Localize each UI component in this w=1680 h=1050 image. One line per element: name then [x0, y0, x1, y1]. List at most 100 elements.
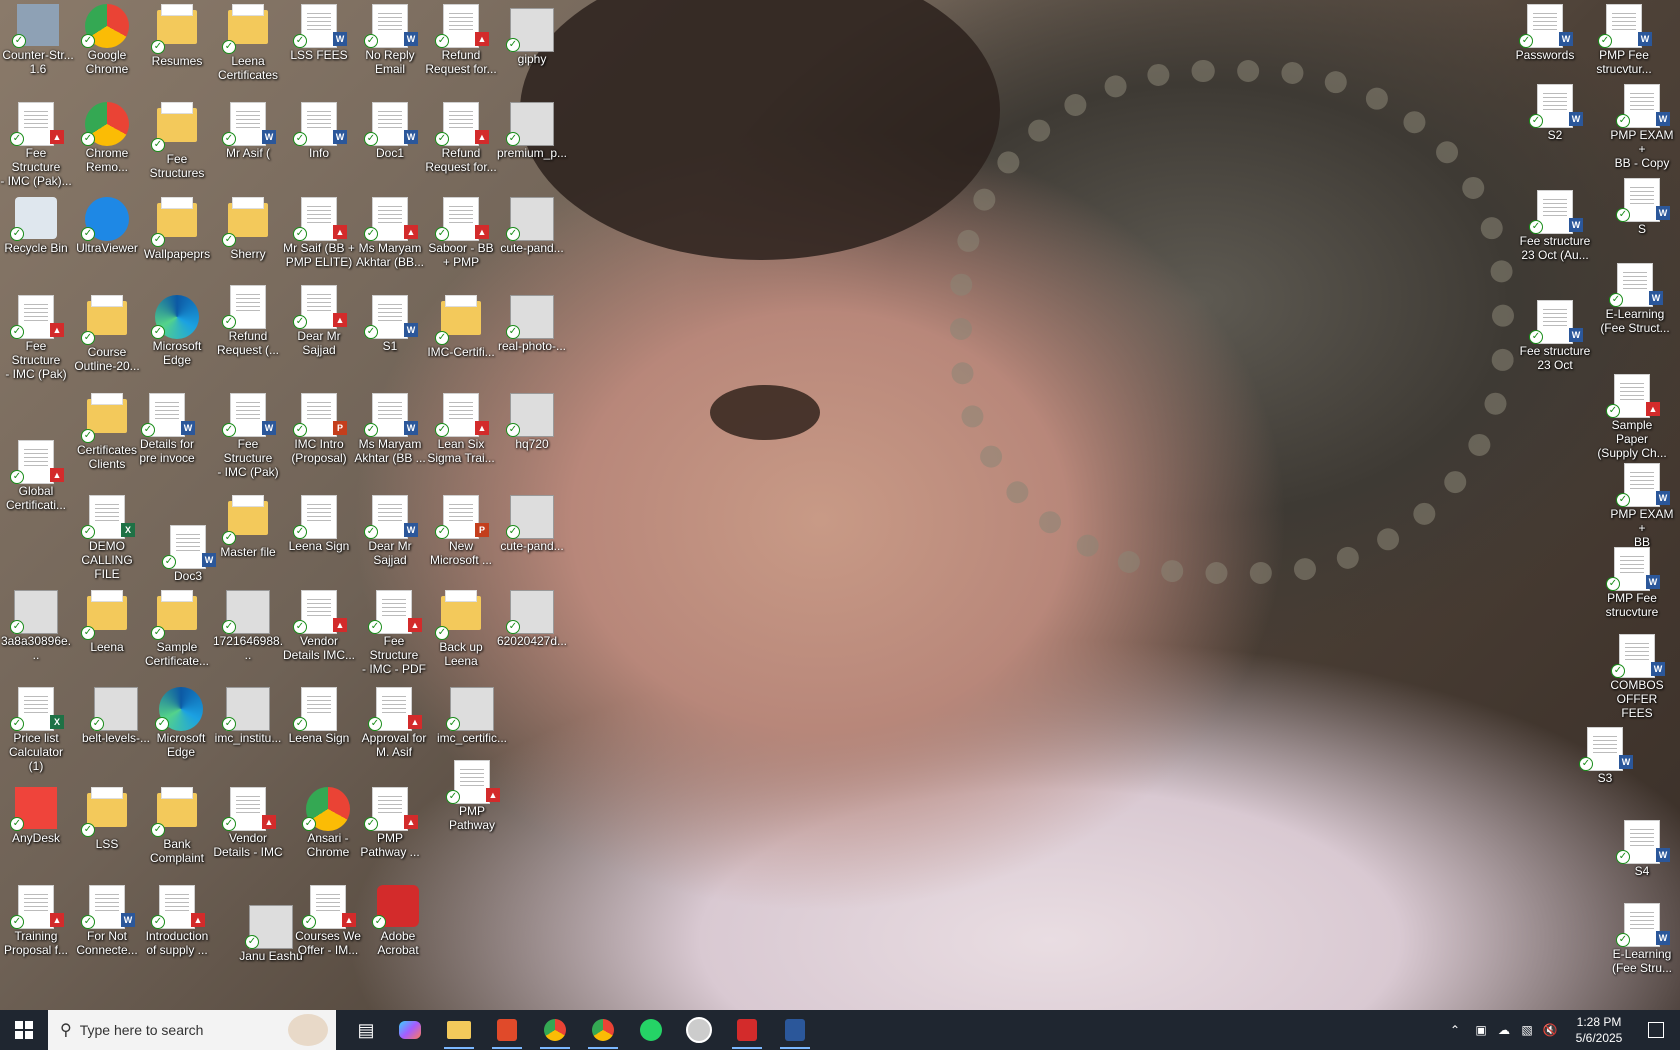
desktop-icon[interactable]: ✓ Fee Structures	[141, 102, 213, 180]
desktop-icon[interactable]: W ✓ S3	[1569, 727, 1641, 785]
desktop-icon[interactable]: ✓ real-photo-...	[496, 295, 568, 353]
desktop-icon[interactable]: ▲ ✓ Fee Structure - IMC (Pak)...	[0, 102, 72, 188]
desktop-icon[interactable]: P ✓ IMC Intro (Proposal)	[283, 393, 355, 465]
desktop-icon[interactable]: ✓ belt-levels-...	[80, 687, 152, 745]
desktop-icon[interactable]: ✓ Leena	[71, 590, 143, 654]
desktop-icon[interactable]: ✓ hq720	[496, 393, 568, 451]
desktop-icon[interactable]: W ✓ Dear Mr Sajjad	[354, 495, 426, 567]
desktop-icon[interactable]: ✓ 3a8a30896e...	[0, 590, 72, 662]
file-explorer-button[interactable]	[436, 1010, 482, 1050]
desktop-icon[interactable]: ✓ Course Outline-20...	[71, 295, 143, 373]
desktop-icon[interactable]: W ✓ E-Learning (Fee Struct...	[1599, 263, 1671, 335]
desktop-icon[interactable]: ▲ ✓ Introduction of supply ...	[141, 885, 213, 957]
desktop-icon[interactable]: ✓ imc_institu...	[212, 687, 284, 745]
desktop-icon[interactable]: ✓ Leena Sign	[283, 495, 355, 553]
desktop-icon[interactable]: W ✓ PMP EXAM + BB	[1606, 463, 1678, 549]
desktop-icon[interactable]: ✓ premium_p...	[496, 102, 568, 160]
desktop-icon[interactable]: ✓ UltraViewer	[71, 197, 143, 255]
desktop-icon[interactable]: ✓ 1721646988...	[212, 590, 284, 662]
word-taskbar-button[interactable]	[772, 1010, 818, 1050]
desktop-icon[interactable]: ▲ ✓ PMP Pathway ...	[354, 787, 426, 859]
desktop-icon[interactable]: ✓ Bank Complaint	[141, 787, 213, 865]
desktop-icon[interactable]: W ✓ Doc1	[354, 102, 426, 160]
desktop-icon[interactable]: ▲ ✓ Refund Request for...	[425, 102, 497, 174]
desktop-icon[interactable]: ▲ ✓ Dear Mr Sajjad	[283, 285, 355, 357]
desktop-icon[interactable]: P ✓ New Microsoft ...	[425, 495, 497, 567]
desktop-icon[interactable]: ✓ Refund Request (...	[212, 285, 284, 357]
desktop-icon[interactable]: W ✓ Fee Structure - IMC (Pak)	[212, 393, 284, 479]
desktop-icon[interactable]: W ✓ PMP Fee strucvtur...	[1588, 4, 1660, 76]
desktop-icon[interactable]: W ✓ LSS FEES	[283, 4, 355, 62]
volume-button[interactable]: 🔇	[1538, 1010, 1562, 1050]
desktop-icon[interactable]: ✓ Leena Certificates	[212, 4, 284, 82]
desktop-icon[interactable]: ✓ cute-pand...	[496, 197, 568, 255]
desktop-icon[interactable]: ✓ Sample Certificate...	[141, 590, 213, 668]
desktop-icon[interactable]: ✓ Sherry	[212, 197, 284, 261]
desktop-icon[interactable]: ✓ Google Chrome	[71, 4, 143, 76]
task-view-button[interactable]: ▤	[344, 1010, 388, 1050]
desktop-icon[interactable]: ✓ Microsoft Edge	[141, 295, 213, 367]
desktop-icon[interactable]: ▲ ✓ Training Proposal f...	[0, 885, 72, 957]
desktop-icon[interactable]: ✓ LSS	[71, 787, 143, 851]
desktop-icon[interactable]: ✓ Counter-Str... 1.6	[2, 4, 74, 76]
desktop-icon[interactable]: ✓ Back up Leena	[425, 590, 497, 668]
desktop-icon[interactable]: W ✓ No Reply Email	[354, 4, 426, 76]
desktop-icon[interactable]: ✓ AnyDesk	[0, 787, 72, 845]
desktop-icon[interactable]: W ✓ Ms Maryam Akhtar (BB ...	[354, 393, 426, 465]
desktop-icon[interactable]: W ✓ Info	[283, 102, 355, 160]
desktop-icon[interactable]: W ✓ PMP EXAM + BB - Copy	[1606, 84, 1678, 170]
desktop-icon[interactable]: ✓ 62020427d...	[496, 590, 568, 648]
desktop-icon[interactable]: ▲ ✓ Sample Paper (Supply Ch...	[1596, 374, 1668, 460]
network-button[interactable]: ▧	[1516, 1010, 1538, 1050]
acrobat-taskbar-button[interactable]	[724, 1010, 770, 1050]
desktop-icon[interactable]: ▲ ✓ Fee Structure - IMC - PDF	[358, 590, 430, 676]
desktop-icon[interactable]: ✓ imc_certific...	[436, 687, 508, 745]
desktop-icon[interactable]: ✓ giphy	[496, 8, 568, 66]
desktop-icon[interactable]: W ✓ S2	[1519, 84, 1591, 142]
desktop-icon[interactable]: W ✓ E-Learning (Fee Stru...	[1606, 903, 1678, 975]
desktop-icon[interactable]: ✓ Adobe Acrobat	[362, 885, 434, 957]
taskbar-search[interactable]: ⚲ Type here to search	[48, 1010, 336, 1050]
desktop-icon[interactable]: W ✓ PMP Fee strucvture	[1596, 547, 1668, 619]
desktop-icon[interactable]: W ✓ For Not Connecte...	[71, 885, 143, 957]
desktop-icon[interactable]: W ✓ Fee structure 23 Oct	[1519, 300, 1591, 372]
desktop-icon[interactable]: W ✓ S4	[1606, 820, 1678, 878]
clock-button[interactable]: 1:28 PM 5/6/2025	[1562, 1010, 1636, 1050]
desktop-icon[interactable]: W ✓ Details for pre invoce	[131, 393, 203, 465]
desktop-icon[interactable]: W ✓ S	[1606, 178, 1678, 236]
taskbar-app-button[interactable]	[484, 1010, 530, 1050]
desktop-icon[interactable]: ✓ IMC-Certifi...	[425, 295, 497, 359]
desktop-icon[interactable]: ▲ ✓ Courses We Offer - IM...	[292, 885, 364, 957]
show-hidden-icons-button[interactable]: ⌃	[1440, 1010, 1470, 1050]
desktop-icon[interactable]: ▲ ✓ Refund Request for...	[425, 4, 497, 76]
desktop-icon[interactable]: W ✓ S1	[354, 295, 426, 353]
desktop-icon[interactable]: ✓ cute-pand...	[496, 495, 568, 553]
desktop-icon[interactable]: ▲ ✓ Ms Maryam Akhtar (BB...	[354, 197, 426, 269]
desktop-icon[interactable]: ▲ ✓ Vendor Details - IMC	[212, 787, 284, 859]
desktop-icon[interactable]: ✓ Recycle Bin	[0, 197, 72, 255]
onedrive-button[interactable]: ☁	[1492, 1010, 1516, 1050]
desktop-icon[interactable]: ✓ Resumes	[141, 4, 213, 68]
desktop-icon[interactable]: ▲ ✓ Mr Saif (BB + PMP ELITE)	[283, 197, 355, 269]
desktop-icon[interactable]: ✓ Wallpapeprs	[141, 197, 213, 261]
desktop-icon[interactable]: ✓ Master file	[212, 495, 284, 559]
desktop-icon[interactable]: ▲ ✓ Saboor - BB + PMP	[425, 197, 497, 269]
desktop-icon[interactable]: X ✓ DEMO CALLING FILE	[71, 495, 143, 581]
desktop-icon[interactable]: ✓ Chrome Remo...	[71, 102, 143, 174]
desktop-icon[interactable]: ▲ ✓ Vendor Details IMC...	[283, 590, 355, 662]
desktop-icon[interactable]: ✓ Microsoft Edge	[145, 687, 217, 759]
start-button[interactable]	[0, 1010, 48, 1050]
meet-now-button[interactable]: ▣	[1470, 1010, 1492, 1050]
desktop-icon[interactable]: ▲ ✓ Global Certificati...	[0, 440, 72, 512]
desktop-icon[interactable]: ▲ ✓ Lean Six Sigma Trai...	[425, 393, 497, 465]
clock-app-button[interactable]	[676, 1010, 722, 1050]
desktop-icon[interactable]: ▲ ✓ Approval for M. Asif	[358, 687, 430, 759]
desktop-icon[interactable]: X ✓ Price list Calculator (1)	[0, 687, 72, 773]
desktop-icon[interactable]: W ✓ Mr Asif (	[212, 102, 284, 160]
desktop-icon[interactable]: ▲ ✓ Fee Structure - IMC (Pak)	[0, 295, 72, 381]
notifications-button[interactable]	[1636, 1010, 1676, 1050]
chrome-taskbar-button[interactable]	[532, 1010, 578, 1050]
desktop-icon[interactable]: ✓ Leena Sign	[283, 687, 355, 745]
desktop-icon[interactable]: W ✓ Passwords	[1509, 4, 1581, 62]
chrome-profile-taskbar-button[interactable]	[580, 1010, 626, 1050]
